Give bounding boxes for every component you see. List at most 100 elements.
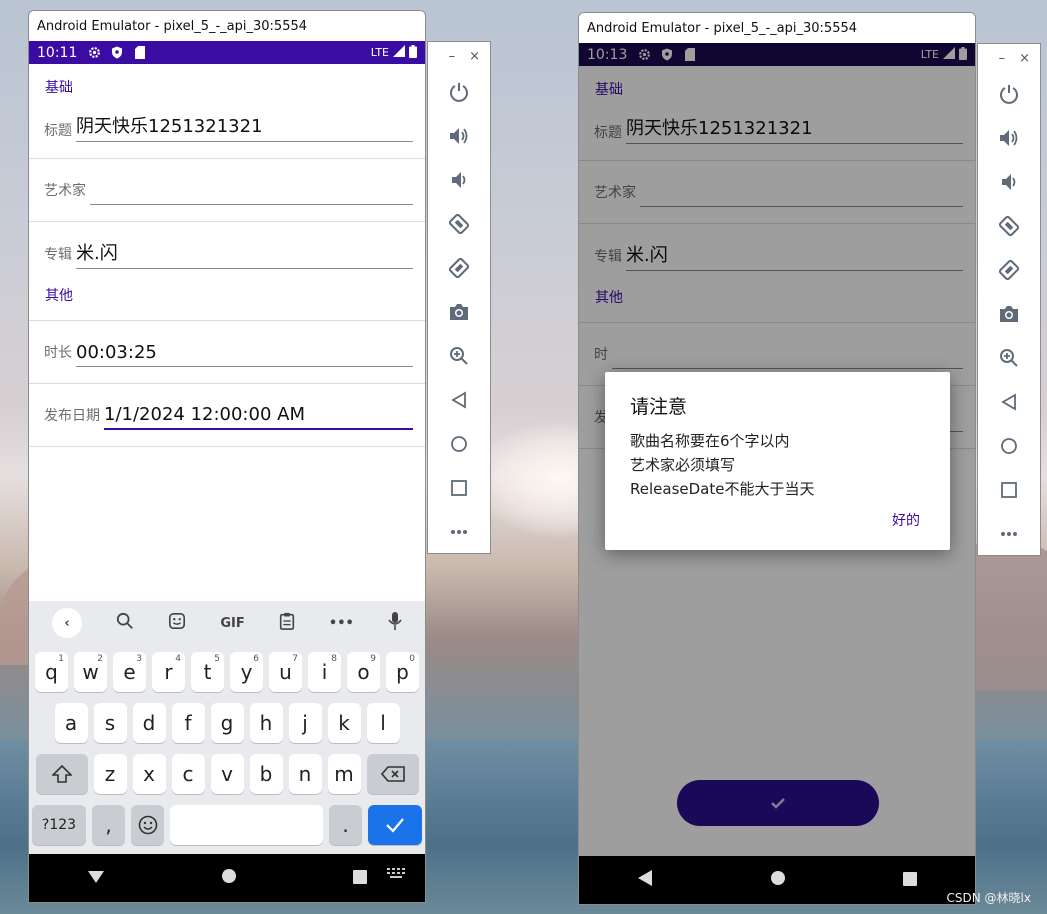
title-input[interactable]: 阴天快乐1251321321 xyxy=(76,112,413,142)
rotate-right-icon[interactable] xyxy=(978,248,1040,292)
emulator-window-right: Android Emulator - pixel_5_-_api_30:5554… xyxy=(578,12,976,905)
key-k[interactable]: k xyxy=(327,703,361,743)
title-label: 标题 xyxy=(44,123,72,139)
volume-down-icon[interactable] xyxy=(978,160,1040,204)
album-row: 专辑 米.闪 xyxy=(29,222,425,285)
symbols-key[interactable]: ?123 xyxy=(32,805,86,845)
power-icon[interactable] xyxy=(978,72,1040,116)
dialog-line: 歌曲名称要在6个字以内 xyxy=(630,432,790,450)
key-m[interactable]: m xyxy=(327,754,361,794)
overview-icon[interactable] xyxy=(428,466,490,510)
key-s[interactable]: s xyxy=(93,703,127,743)
backspace-key[interactable] xyxy=(366,754,419,794)
key-number-hint: 3 xyxy=(136,654,142,664)
mic-icon[interactable] xyxy=(388,611,402,635)
period-key[interactable]: . xyxy=(329,805,362,845)
duration-label: 时长 xyxy=(44,345,72,361)
key-b[interactable]: b xyxy=(249,754,283,794)
key-c[interactable]: c xyxy=(171,754,205,794)
gif-button[interactable]: GIF xyxy=(220,616,244,631)
volume-down-icon[interactable] xyxy=(428,158,490,202)
panel-window-controls: – × xyxy=(428,42,490,70)
volume-up-icon[interactable] xyxy=(428,114,490,158)
close-button[interactable]: × xyxy=(1019,51,1030,66)
sticker-icon[interactable] xyxy=(168,612,186,634)
zoom-icon[interactable] xyxy=(428,334,490,378)
rotate-right-icon[interactable] xyxy=(428,246,490,290)
home-icon[interactable] xyxy=(978,424,1040,468)
key-x[interactable]: x xyxy=(132,754,166,794)
key-v[interactable]: v xyxy=(210,754,244,794)
phone-screen: 10:13 LTE 基础 标题 阴天快乐1251321321 艺术家 专辑 米.… xyxy=(579,43,975,904)
key-z[interactable]: z xyxy=(93,754,127,794)
emoji-key[interactable] xyxy=(131,805,164,845)
search-icon[interactable] xyxy=(116,612,134,634)
key-e[interactable]: e3 xyxy=(113,652,146,692)
key-n[interactable]: n xyxy=(288,754,322,794)
key-number-hint: 6 xyxy=(253,654,259,664)
back-icon[interactable] xyxy=(428,378,490,422)
shield-icon xyxy=(110,46,124,60)
nav-home-icon[interactable] xyxy=(221,868,237,888)
nav-recents-icon[interactable] xyxy=(353,869,367,888)
emulator-window-left: Android Emulator - pixel_5_-_api_30:5554… xyxy=(28,10,426,903)
release-date-input[interactable]: 1/1/2024 12:00:00 AM xyxy=(104,400,413,430)
keyboard-row-3: zxcvbnm xyxy=(29,754,425,794)
nav-home-icon[interactable] xyxy=(770,870,786,890)
nav-back-icon[interactable] xyxy=(637,869,653,891)
keyboard-switch-icon[interactable] xyxy=(387,865,405,884)
dialog-ok-button[interactable]: 好的 xyxy=(892,510,920,530)
more-icon[interactable] xyxy=(428,510,490,554)
volume-up-icon[interactable] xyxy=(978,116,1040,160)
camera-icon[interactable] xyxy=(978,292,1040,336)
more-dots-button[interactable]: ••• xyxy=(329,616,354,631)
key-q[interactable]: q1 xyxy=(35,652,68,692)
rotate-left-icon[interactable] xyxy=(428,202,490,246)
emulator-controls-right: – × xyxy=(977,43,1041,556)
shift-key[interactable] xyxy=(35,754,88,794)
key-j[interactable]: j xyxy=(288,703,322,743)
key-u[interactable]: u7 xyxy=(269,652,302,692)
minimize-button[interactable]: – xyxy=(449,49,456,64)
duration-input[interactable]: 00:03:25 xyxy=(76,337,413,367)
key-a[interactable]: a xyxy=(54,703,88,743)
comma-key[interactable]: , xyxy=(92,805,125,845)
signal-icon xyxy=(393,45,405,60)
enter-key[interactable] xyxy=(368,805,422,845)
key-r[interactable]: r4 xyxy=(152,652,185,692)
power-icon[interactable] xyxy=(428,70,490,114)
key-i[interactable]: i8 xyxy=(308,652,341,692)
home-icon[interactable] xyxy=(428,422,490,466)
key-d[interactable]: d xyxy=(132,703,166,743)
key-number-hint: 5 xyxy=(214,654,220,664)
artist-input[interactable] xyxy=(90,175,413,205)
zoom-icon[interactable] xyxy=(978,336,1040,380)
minimize-button[interactable]: – xyxy=(999,51,1006,66)
key-y[interactable]: y6 xyxy=(230,652,263,692)
window-title: Android Emulator - pixel_5_-_api_30:5554 xyxy=(29,11,425,41)
overview-icon[interactable] xyxy=(978,468,1040,512)
key-t[interactable]: t5 xyxy=(191,652,224,692)
back-icon[interactable] xyxy=(978,380,1040,424)
space-key[interactable] xyxy=(170,805,323,845)
dialog-title: 请注意 xyxy=(630,396,688,418)
soft-keyboard: ‹ GIF ••• q1w2e3r4t5y6u7i8o9p0 asdfghjkl… xyxy=(29,601,425,856)
key-w[interactable]: w2 xyxy=(74,652,107,692)
gear-icon xyxy=(87,46,101,60)
nav-recents-icon[interactable] xyxy=(902,871,917,890)
key-p[interactable]: p0 xyxy=(386,652,419,692)
nav-back-icon[interactable] xyxy=(87,869,105,888)
rotate-left-icon[interactable] xyxy=(978,204,1040,248)
close-button[interactable]: × xyxy=(469,49,480,64)
key-h[interactable]: h xyxy=(249,703,283,743)
key-o[interactable]: o9 xyxy=(347,652,380,692)
dialog-line: 艺术家必须填写 xyxy=(630,456,736,474)
chevron-left-icon[interactable]: ‹ xyxy=(52,608,83,638)
key-g[interactable]: g xyxy=(210,703,244,743)
more-icon[interactable] xyxy=(978,512,1040,556)
key-f[interactable]: f xyxy=(171,703,205,743)
camera-icon[interactable] xyxy=(428,290,490,334)
key-l[interactable]: l xyxy=(366,703,400,743)
album-input[interactable]: 米.闪 xyxy=(76,239,413,269)
clipboard-icon[interactable] xyxy=(279,612,295,634)
